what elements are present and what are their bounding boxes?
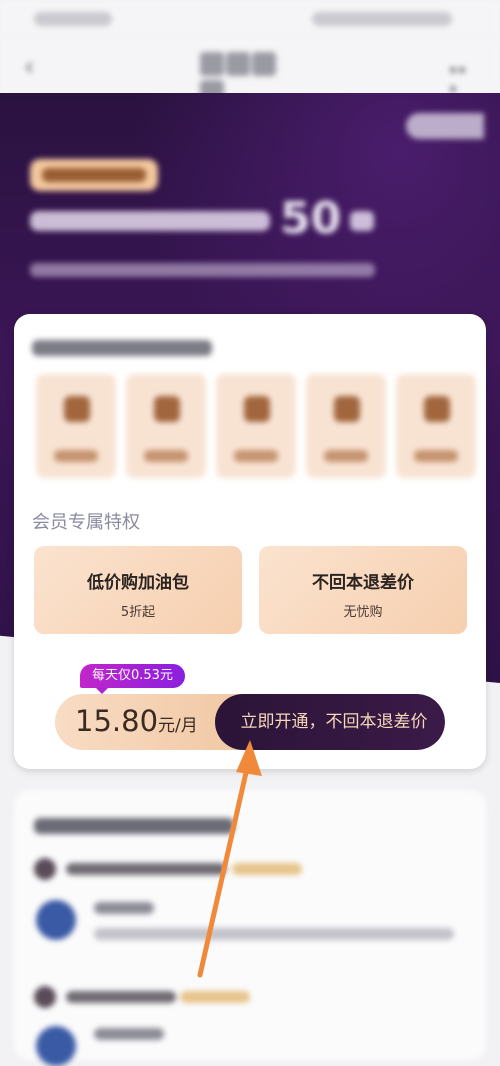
more-icon[interactable] <box>450 58 476 92</box>
nav-bar: ‹ <box>0 38 500 104</box>
comments-title <box>34 818 234 834</box>
rights-row <box>36 374 486 480</box>
daily-price-ribbon: 每天仅0.53元 <box>80 664 185 694</box>
right-tile[interactable] <box>126 374 206 478</box>
right-tile[interactable] <box>216 374 296 478</box>
open-membership-button[interactable]: 立即开通，不回本退差价 <box>215 694 445 750</box>
right-tile[interactable] <box>396 374 476 478</box>
promo-badge <box>30 159 158 191</box>
avatar <box>34 858 56 880</box>
price-unit: 元/月 <box>158 716 198 736</box>
status-bar <box>0 0 500 38</box>
hero-headline <box>30 211 270 231</box>
perk-sub: 无忧购 <box>343 605 383 620</box>
price: 15.80元/月 <box>75 704 198 738</box>
avatar <box>34 986 56 1008</box>
purchase-bar[interactable]: 15.80元/月 立即开通，不回本退差价 <box>55 694 445 750</box>
perk-name: 低价购加油包 <box>87 573 189 593</box>
perk-card-low-price[interactable]: 低价购加油包 5折起 <box>34 546 242 634</box>
hero-subline <box>30 263 375 277</box>
perks-section-title: 会员专属特权 <box>32 512 140 533</box>
comments-card <box>14 790 486 1066</box>
avatar <box>36 900 76 940</box>
perk-name: 不回本退差价 <box>312 573 414 593</box>
right-tile[interactable] <box>306 374 386 478</box>
hero-big-number: 50 <box>280 193 342 244</box>
avatar <box>36 1026 76 1066</box>
price-number: 15.80 <box>75 704 159 738</box>
perk-sub: 5折起 <box>120 605 156 620</box>
page-title <box>200 52 300 104</box>
rights-title <box>32 340 212 356</box>
hero-big-number-suffix <box>350 211 374 231</box>
status-right-icons <box>312 12 452 26</box>
rules-tag[interactable] <box>406 113 484 139</box>
status-left-icons <box>34 12 112 26</box>
right-tile[interactable] <box>36 374 116 478</box>
back-icon[interactable]: ‹ <box>24 52 34 82</box>
perk-card-refund[interactable]: 不回本退差价 无忧购 <box>259 546 467 634</box>
